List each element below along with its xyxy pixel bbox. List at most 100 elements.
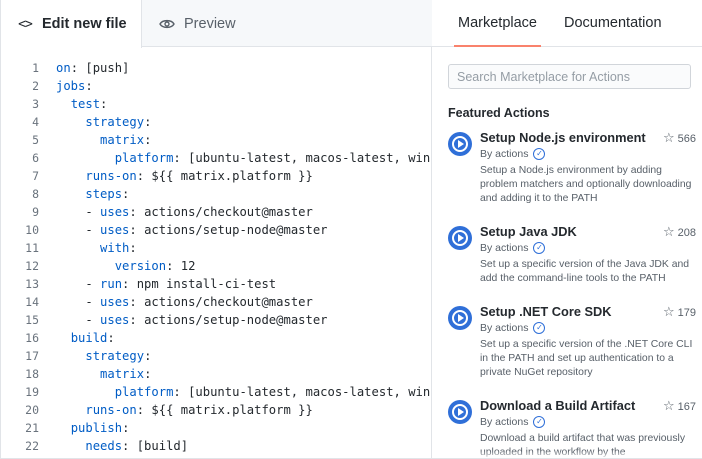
line-number: 19 <box>25 385 39 399</box>
line-content: platform: [ubuntu-latest, macos-latest, … <box>56 383 431 401</box>
star-icon: ☆ <box>662 399 675 414</box>
action-name[interactable]: Download a Build Artifact <box>480 398 635 413</box>
verified-check-icon: ✓ <box>533 148 546 160</box>
line-indent: - <box>56 277 101 291</box>
action-name[interactable]: Setup Node.js environment <box>480 130 646 145</box>
play-icon <box>448 400 472 424</box>
yaml-value: : ${{ matrix.platform }} <box>136 169 313 183</box>
yaml-value: : ${{ matrix.platform }} <box>136 403 313 417</box>
line-content: strategy: <box>56 113 151 131</box>
action-author: By actions ✓ <box>480 322 546 334</box>
tab-preview[interactable]: Preview <box>142 0 272 47</box>
code-line: 22 needs: [build] <box>1 437 432 455</box>
tab-marketplace[interactable]: Marketplace <box>454 0 541 47</box>
line-content: test: <box>56 95 108 113</box>
scroll-fade <box>432 451 702 458</box>
tab-documentation[interactable]: Documentation <box>564 0 662 47</box>
code-line: 19 platform: [ubuntu-latest, macos-lates… <box>1 383 432 401</box>
line-content: runs-on: ${{ matrix.platform }} <box>56 167 313 185</box>
line-content: - uses: actions/checkout@master <box>56 203 312 221</box>
line-number: 22 <box>25 439 39 453</box>
line-indent: - <box>56 223 101 237</box>
code-line: 3 test: <box>1 95 432 113</box>
line-number: 17 <box>25 349 39 363</box>
line-content: version: 12 <box>56 257 196 275</box>
yaml-key: platform <box>114 385 174 399</box>
code-editor[interactable]: 1 on: [push] 2 jobs: 3 test: 4 strategy: 5 mat… <box>1 59 432 458</box>
yaml-value: : actions/setup-node@master <box>129 223 328 237</box>
yaml-key: runs-on <box>85 169 137 183</box>
yaml-key: strategy <box>85 349 145 363</box>
code-line: 16 build: <box>1 329 432 347</box>
yaml-key: with <box>100 241 130 255</box>
yaml-key: run <box>100 277 123 291</box>
play-icon <box>448 132 472 156</box>
action-name[interactable]: Setup .NET Core SDK <box>480 304 612 319</box>
line-number: 18 <box>25 367 39 381</box>
yaml-value: : <box>100 97 108 111</box>
line-content: strategy: <box>56 347 151 365</box>
yaml-key: build <box>70 331 108 345</box>
line-content: - uses: actions/setup-node@master <box>56 311 327 329</box>
yaml-value: : actions/checkout@master <box>129 295 313 309</box>
yaml-value: : [push] <box>70 61 130 75</box>
yaml-key: publish <box>70 421 123 435</box>
line-number: 9 <box>32 205 39 219</box>
star-count: 208 <box>677 226 696 239</box>
marketplace-search-input[interactable] <box>448 64 691 89</box>
play-icon <box>448 306 472 330</box>
tab-edit-new-file[interactable]: <> Edit new file <box>1 0 142 48</box>
yaml-value: : <box>144 367 152 381</box>
action-author: By actions ✓ <box>480 416 546 428</box>
yaml-value: : <box>107 331 115 345</box>
line-content: steps: <box>56 185 129 203</box>
line-content: with: <box>56 239 137 257</box>
line-content: publish: <box>56 419 130 437</box>
yaml-key: test <box>70 97 101 111</box>
yaml-key: runs-on <box>85 403 137 417</box>
author-label: By actions <box>480 242 529 254</box>
editor-pane: <> Edit new file Preview 1 on: [push] 2 job… <box>1 0 432 458</box>
line-number: 20 <box>25 403 39 417</box>
code-line: 15 - uses: actions/setup-node@master <box>1 311 432 329</box>
line-number: 12 <box>25 259 39 273</box>
action-author: By actions ✓ <box>480 242 546 254</box>
line-number: 13 <box>25 277 39 291</box>
verified-check-icon: ✓ <box>533 322 546 334</box>
action-name[interactable]: Setup Java JDK <box>480 224 577 239</box>
code-line: 5 matrix: <box>1 131 432 149</box>
line-content: matrix: <box>56 365 151 383</box>
code-line: 9 - uses: actions/checkout@master <box>1 203 432 221</box>
action-stars: ☆ 208 <box>663 225 696 240</box>
yaml-value: : <box>144 115 152 129</box>
action-description: Set up a specific version of the Java JD… <box>480 259 690 284</box>
verified-check-icon: ✓ <box>533 416 546 428</box>
yaml-key: matrix <box>100 133 145 147</box>
code-line: 17 strategy: <box>1 347 432 365</box>
line-number: 21 <box>25 421 39 435</box>
line-indent: - <box>56 205 101 219</box>
code-line: 8 steps: <box>1 185 432 203</box>
line-content: needs: [build] <box>56 437 188 455</box>
line-indent: - <box>56 295 101 309</box>
yaml-value: : 12 <box>166 259 196 273</box>
yaml-key: uses <box>100 205 130 219</box>
line-number: 10 <box>25 223 39 237</box>
yaml-value: : [build] <box>122 439 189 453</box>
line-number: 3 <box>32 97 39 111</box>
star-count: 167 <box>677 400 696 413</box>
tab-marketplace-label: Marketplace <box>458 15 537 31</box>
active-tab-underline <box>454 45 541 47</box>
yaml-value: : [ubuntu-latest, macos-latest, win <box>173 385 431 399</box>
line-indent: - <box>56 313 101 327</box>
code-line: 14 - uses: actions/checkout@master <box>1 293 432 311</box>
line-content: matrix: <box>56 131 151 149</box>
star-count: 179 <box>677 306 696 319</box>
line-content: - uses: actions/setup-node@master <box>56 221 328 239</box>
